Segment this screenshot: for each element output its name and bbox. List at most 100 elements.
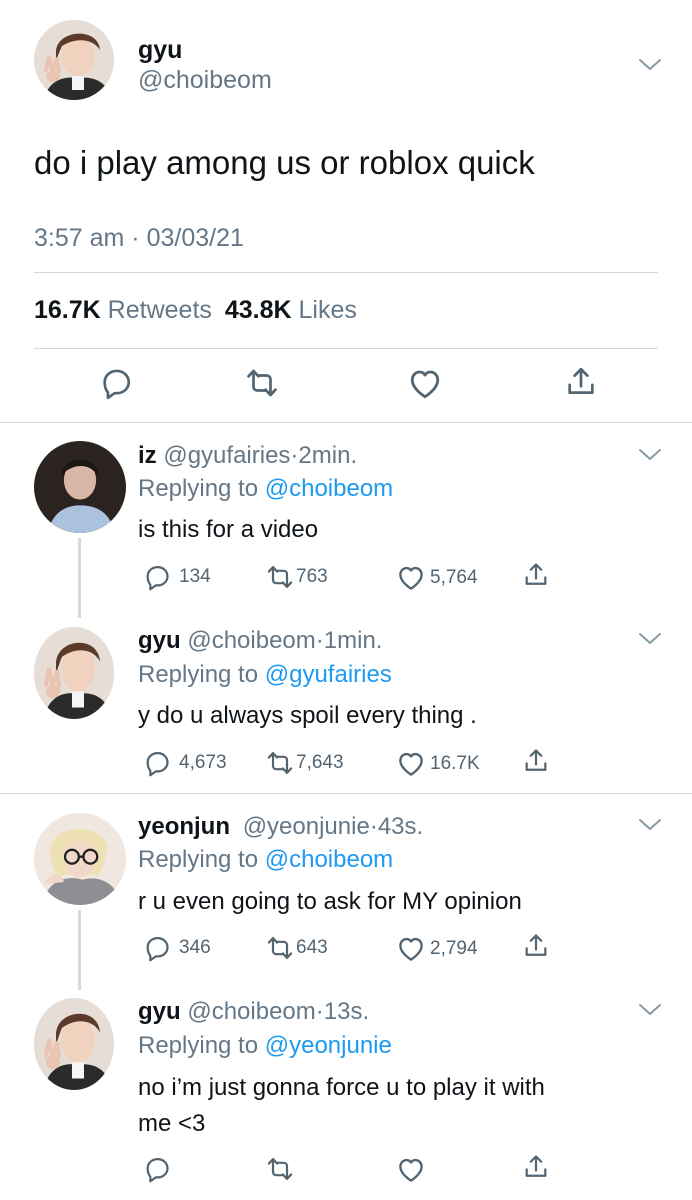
reply-age: 43s.	[377, 813, 424, 840]
retweet-icon	[267, 936, 293, 960]
reply-icon	[146, 1157, 169, 1183]
share-button[interactable]	[522, 747, 550, 775]
thread-line	[78, 910, 81, 990]
replying-to-link[interactable]: @choibeom	[265, 475, 393, 502]
reply-text: r u even going to ask for MY opinion	[138, 888, 522, 915]
like-icon	[399, 752, 423, 776]
avatar[interactable]	[34, 813, 126, 905]
reply-button[interactable]: 4,673	[143, 749, 227, 777]
share-button[interactable]	[522, 1153, 550, 1181]
like-button[interactable]	[407, 366, 443, 402]
chevron-down-icon[interactable]	[638, 1003, 662, 1017]
handle[interactable]: @choibeom	[187, 998, 315, 1025]
reply-text: y do u always spoil every thing .	[138, 702, 477, 729]
display-name[interactable]: gyu	[138, 998, 181, 1025]
like-button[interactable]: 2,794	[396, 934, 478, 964]
avatar[interactable]	[34, 441, 126, 533]
retweet-count: 7,643	[296, 752, 344, 773]
retweets-label[interactable]: Retweets	[108, 296, 212, 324]
reply-icon	[146, 751, 169, 777]
reply-age: 2min.	[298, 442, 358, 469]
display-name[interactable]: yeonjun	[138, 813, 230, 840]
replying-label: Replying to	[138, 846, 259, 873]
replying-to-link[interactable]: @choibeom	[265, 846, 393, 873]
retweet-icon	[267, 565, 293, 589]
likes-count[interactable]: 43.8K	[225, 296, 292, 324]
reply-button[interactable]	[99, 366, 133, 400]
share-button[interactable]	[564, 365, 598, 399]
like-icon	[399, 1158, 423, 1182]
divider	[34, 348, 658, 349]
replying-label: Replying to	[138, 1032, 259, 1059]
reply-count: 134	[179, 566, 211, 587]
replying-label: Replying to	[138, 475, 259, 502]
chevron-down-icon[interactable]	[638, 58, 662, 72]
replying-to-line: Replying to @choibeom	[138, 846, 393, 874]
share-button[interactable]	[522, 932, 550, 960]
share-icon	[568, 367, 594, 394]
likes-label[interactable]: Likes	[299, 296, 357, 324]
reply-count: 346	[179, 937, 211, 958]
retweet-button[interactable]: 7,643	[266, 749, 344, 777]
replying-to-line: Replying to @choibeom	[138, 475, 393, 503]
retweet-button[interactable]	[266, 1155, 294, 1183]
reply-icon	[146, 565, 169, 591]
reply-text-line-2: me <3	[138, 1110, 206, 1137]
tweet-stats: 16.7K Retweets 43.8K Likes	[34, 296, 357, 325]
tweet-timestamp: 3:57 am · 03/03/21	[34, 224, 244, 253]
retweet-button[interactable]: 763	[266, 563, 328, 591]
divider	[0, 422, 692, 423]
thread-line	[78, 538, 81, 618]
share-icon	[525, 563, 547, 585]
avatar[interactable]	[34, 998, 114, 1090]
reply-header: iz @gyufairies·2min.	[138, 442, 357, 470]
reply-button[interactable]: 134	[143, 563, 211, 591]
separator: ·	[369, 813, 378, 840]
like-icon	[399, 566, 423, 590]
share-icon	[525, 749, 547, 771]
reply-icon	[146, 936, 169, 962]
like-count: 2,794	[430, 938, 478, 959]
retweet-button[interactable]: 643	[266, 934, 328, 962]
reply-icon	[103, 369, 131, 400]
chevron-down-icon[interactable]	[638, 632, 662, 646]
display-name[interactable]: iz	[138, 442, 157, 469]
chevron-down-icon[interactable]	[638, 448, 662, 462]
like-icon	[410, 370, 440, 399]
separator: ·	[315, 998, 324, 1025]
like-button[interactable]: 16.7K	[396, 749, 480, 779]
reply-text-line-1: no i’m just gonna force u to play it wit…	[138, 1074, 545, 1101]
avatar[interactable]	[34, 20, 114, 100]
reply-button[interactable]: 346	[143, 934, 211, 962]
replying-to-link[interactable]: @gyufairies	[265, 661, 392, 688]
share-icon	[525, 934, 547, 956]
handle[interactable]: @gyufairies	[163, 442, 290, 469]
like-button[interactable]: 5,764	[396, 563, 478, 593]
avatar[interactable]	[34, 627, 114, 719]
display-name[interactable]: gyu	[138, 36, 182, 65]
reply-header: gyu @choibeom·1min.	[138, 627, 382, 655]
handle[interactable]: @yeonjunie	[243, 813, 370, 840]
replying-to-link[interactable]: @yeonjunie	[265, 1032, 392, 1059]
share-button[interactable]	[522, 561, 550, 589]
tweet-text: do i play among us or roblox quick	[34, 144, 535, 181]
chevron-down-icon[interactable]	[638, 818, 662, 832]
reply-button[interactable]	[143, 1155, 171, 1183]
retweet-button[interactable]	[245, 366, 279, 400]
retweets-count[interactable]: 16.7K	[34, 296, 101, 324]
reply-age: 1min.	[323, 627, 383, 654]
like-count: 16.7K	[430, 753, 480, 774]
reply-age: 13s.	[323, 998, 370, 1025]
divider	[0, 793, 692, 794]
retweet-count: 643	[296, 937, 328, 958]
display-name[interactable]: gyu	[138, 627, 181, 654]
reply-header: gyu @choibeom·13s.	[138, 998, 369, 1026]
tweet-time: 3:57 am	[34, 224, 125, 252]
separator: ·	[315, 627, 324, 654]
retweet-icon	[267, 1157, 293, 1181]
replying-to-line: Replying to @yeonjunie	[138, 1032, 392, 1060]
replying-to-line: Replying to @gyufairies	[138, 661, 392, 689]
like-button[interactable]	[396, 1155, 426, 1185]
handle[interactable]: @choibeom	[187, 627, 315, 654]
handle[interactable]: @choibeom	[138, 66, 272, 95]
